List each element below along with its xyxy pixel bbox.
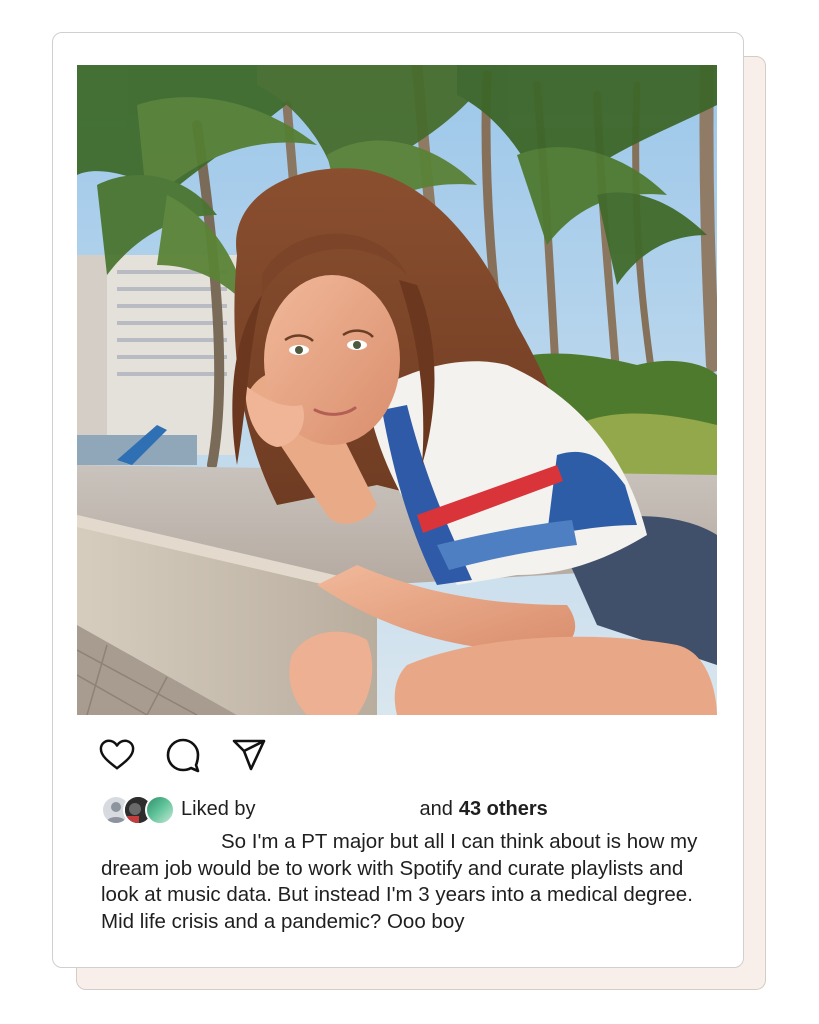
likes-summary: Liked by and 43 others xyxy=(101,793,721,825)
post-photo[interactable] xyxy=(77,65,717,715)
and-label: and xyxy=(419,797,453,820)
post-mockup: Liked by and 43 others So I'm a PT major… xyxy=(0,0,819,1024)
share-icon xyxy=(232,739,266,771)
liked-by-label: Liked by xyxy=(181,797,256,820)
post-card: Liked by and 43 others So I'm a PT major… xyxy=(52,32,744,968)
comment-button[interactable] xyxy=(165,737,201,773)
comment-icon xyxy=(166,738,200,773)
like-button[interactable] xyxy=(99,737,135,773)
liker-avatars[interactable] xyxy=(101,794,177,825)
post-caption: So I'm a PT major but all I can think ab… xyxy=(101,830,698,933)
avatar xyxy=(145,795,175,825)
share-button[interactable] xyxy=(231,737,267,773)
post-actions xyxy=(99,737,267,773)
others-count-link[interactable]: 43 others xyxy=(459,798,548,821)
like-icon xyxy=(99,739,135,770)
